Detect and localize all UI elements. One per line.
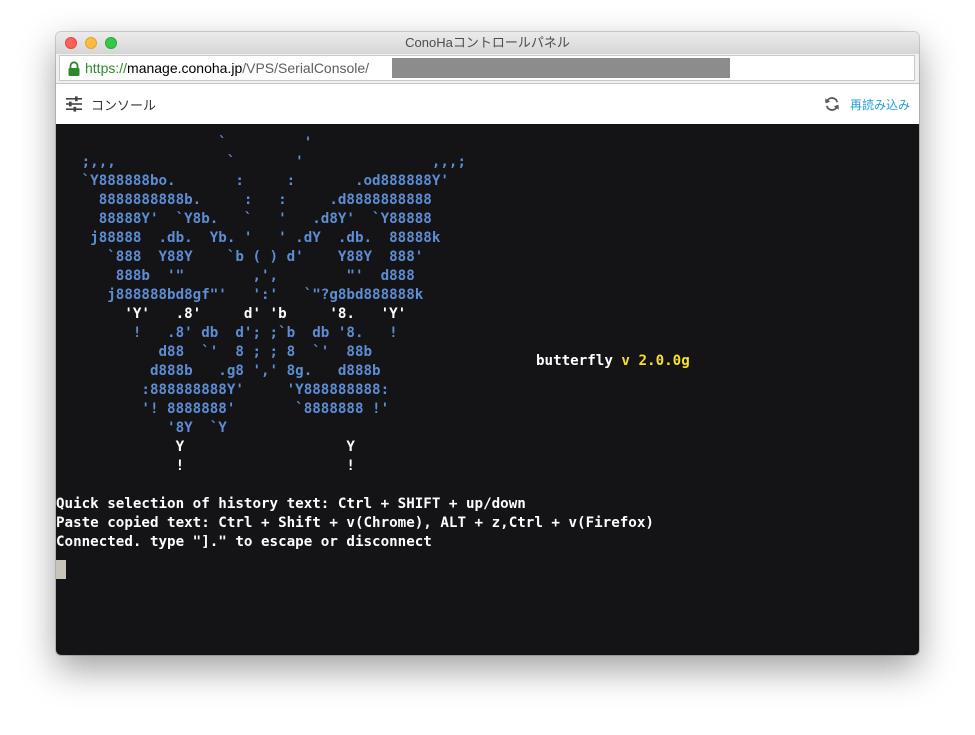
ascii-line: ;,,, ` ' ,,,; [56, 154, 466, 170]
ascii-line: j88888 .db. Yb. ' ' .dY .db. 88888k [56, 230, 441, 246]
ascii-line: `Y888888bo. : : .od888888Y' [56, 173, 449, 189]
window-title: ConoHaコントロールパネル [405, 35, 570, 50]
console-toolbar: コンソール 再読み込み [56, 84, 919, 125]
settings-sliders-icon[interactable] [65, 96, 83, 112]
ascii-line: Y Y [56, 439, 355, 455]
url-scheme: https:// [85, 60, 128, 76]
ascii-line: ! ! [56, 458, 355, 474]
address-bar: https://manage.conoha.jp/VPS/SerialConso… [56, 54, 919, 84]
ascii-line: 888b '" ,', "' d888 [56, 268, 415, 284]
url-text[interactable]: https://manage.conoha.jp/VPS/SerialConso… [85, 56, 369, 80]
browser-window: ConoHaコントロールパネル https://manage.conoha.jp… [56, 32, 919, 655]
banner-version: v 2.0.0g [621, 353, 690, 369]
serial-console-terminal[interactable]: ` ' ;,,, ` ' ,,,; `Y888888bo. : : .od888… [56, 124, 919, 655]
ascii-line: 'Y' .8' d' 'b '8. 'Y' [56, 306, 407, 322]
ascii-line: d888b .g8 ',' 8g. d888b [56, 363, 381, 379]
ascii-line: `888 Y88Y `b ( ) d' Y88Y 888' [56, 249, 424, 265]
terminal-line: Connected. type "]." to escape or discon… [56, 534, 432, 550]
ascii-line: '8Y `Y [56, 420, 227, 436]
reload-control[interactable]: 再読み込み [824, 94, 910, 114]
banner-name: butterfly [536, 353, 613, 369]
terminal-cursor [56, 560, 66, 579]
terminal-line: Quick selection of history text: Ctrl + … [56, 496, 526, 512]
console-label: コンソール [91, 97, 157, 113]
terminal-output: ` ' ;,,, ` ' ,,,; `Y888888bo. : : .od888… [56, 134, 654, 552]
ascii-line: '! 8888888' `8888888 !' [56, 401, 390, 417]
ascii-line: d88 `' 8 ; ; 8 `' 88b [56, 344, 373, 360]
redacted-url-segment [392, 58, 730, 78]
ascii-line: j888888bd8gf"' ':' `"?g8bd888888k [56, 287, 424, 303]
butterfly-ascii-art: ` ' ;,,, ` ' ,,,; `Y888888bo. : : .od888… [56, 135, 466, 474]
terminal-line: Paste copied text: Ctrl + Shift + v(Chro… [56, 515, 654, 531]
ascii-line: ! .8' db d'; ;`b db '8. ! [56, 325, 398, 341]
ascii-line: ` ' [56, 135, 313, 151]
reload-icon[interactable] [824, 96, 840, 112]
console-menu[interactable]: コンソール [65, 94, 156, 114]
ascii-line: 8888888888b. : : .d8888888888 [56, 192, 432, 208]
url-host: manage.conoha.jp [127, 60, 243, 76]
ascii-line: 88888Y' `Y8b. ` ' .d8Y' `Y88888 [56, 211, 432, 227]
url-field[interactable]: https://manage.conoha.jp/VPS/SerialConso… [59, 55, 915, 81]
title-bar: ConoHaコントロールパネル [56, 32, 919, 54]
ascii-line: :888888888Y' 'Y888888888: [56, 382, 390, 398]
reload-button[interactable]: 再読み込み [850, 96, 910, 113]
url-path: /VPS/SerialConsole/ [242, 60, 370, 76]
butterfly-banner: butterfly v 2.0.0g [536, 352, 690, 371]
lock-icon [68, 61, 80, 76]
